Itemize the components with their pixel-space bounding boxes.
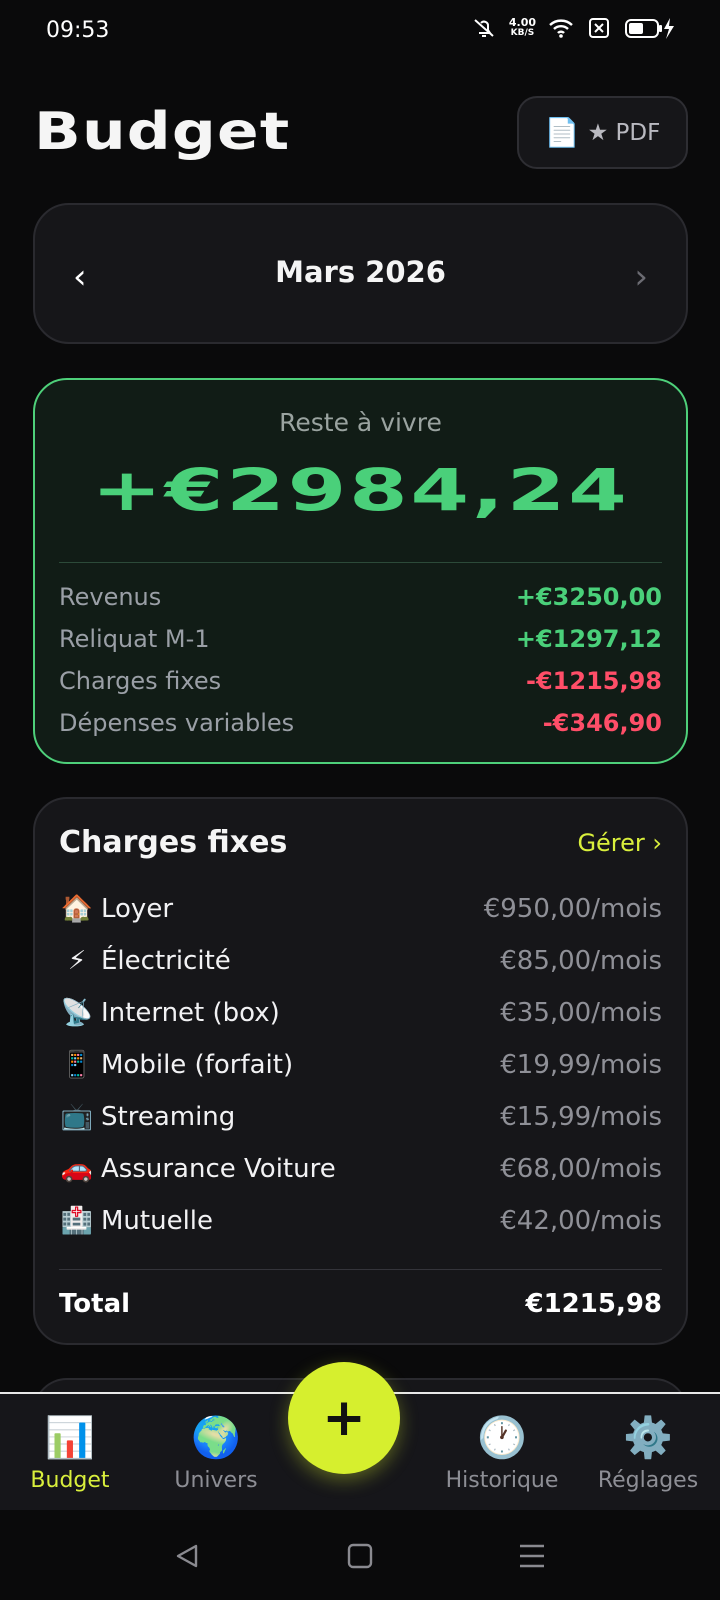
hospital-icon: 🏥: [60, 1206, 94, 1236]
bar-chart-icon: 📊: [45, 1415, 95, 1461]
sim-off-icon: [589, 18, 609, 38]
wifi-icon: [549, 19, 573, 38]
nav-historique[interactable]: 🕐 Historique: [432, 1414, 572, 1493]
total-value: €1215,98: [525, 1289, 662, 1319]
system-navigation-bar: [0, 1512, 720, 1600]
home-icon[interactable]: [340, 1540, 380, 1572]
manage-charges-link[interactable]: Gérer ›: [577, 829, 662, 857]
nav-reglages[interactable]: ⚙️ Réglages: [578, 1414, 718, 1493]
status-icons: 4.00 KB/S: [471, 16, 676, 40]
divider: [59, 562, 662, 563]
car-icon: 🚗: [60, 1154, 94, 1184]
page-title: Budget: [34, 102, 291, 162]
fixed-charges-title: Charges fixes: [59, 825, 288, 860]
lightning-icon: ⚡: [67, 946, 87, 976]
list-item[interactable]: 📡 Internet (box) €35,00/mois: [59, 987, 662, 1039]
list-item[interactable]: 🏥 Mutuelle €42,00/mois: [59, 1195, 662, 1247]
house-icon: 🏠: [60, 894, 94, 924]
remaining-label: Reste à vivre: [279, 408, 442, 437]
mute-bell-icon: [474, 19, 494, 37]
list-item[interactable]: 📱 Mobile (forfait) €19,99/mois: [59, 1039, 662, 1091]
divider: [59, 1269, 662, 1270]
globe-icon: 🌍: [191, 1415, 241, 1461]
battery-charging-icon: [625, 18, 674, 39]
month-selector: ‹ Mars 2026 ›: [33, 203, 688, 344]
summary-row: Revenus +€3250,00: [59, 583, 662, 611]
nav-budget[interactable]: 📊 Budget: [0, 1414, 140, 1493]
summary-row: Dépenses variables -€346,90: [59, 709, 662, 737]
mobile-phone-icon: 📱: [60, 1050, 94, 1080]
fixed-charges-list: 🏠 Loyer €950,00/mois ⚡ Électricité €85,00/mo…: [59, 883, 662, 1247]
nav-univers[interactable]: 🌍 Univers: [146, 1414, 286, 1493]
add-button[interactable]: +: [288, 1362, 400, 1474]
television-icon: 📺: [60, 1102, 94, 1132]
network-speed: 4.00 KB/S: [508, 16, 536, 38]
fixed-charges-total: Total €1215,98: [59, 1289, 662, 1319]
month-label: Mars 2026: [275, 255, 446, 289]
pdf-button-label: ★ PDF: [587, 119, 661, 146]
summary-row: Reliquat M-1 +€1297,12: [59, 625, 662, 653]
document-icon: 📄: [544, 116, 580, 149]
list-item[interactable]: 🏠 Loyer €950,00/mois: [59, 883, 662, 935]
total-label: Total: [59, 1289, 131, 1319]
back-icon[interactable]: [168, 1540, 208, 1572]
gear-icon: ⚙️: [623, 1415, 673, 1461]
remaining-amount: +€2984,24: [91, 456, 630, 524]
status-bar: 09:53 4.00 KB/S: [0, 0, 720, 64]
list-item[interactable]: ⚡ Électricité €85,00/mois: [59, 935, 662, 987]
list-item[interactable]: 🚗 Assurance Voiture €68,00/mois: [59, 1143, 662, 1195]
fixed-charges-card: Charges fixes Gérer › 🏠 Loyer €950,00/mois…: [33, 797, 688, 1345]
menu-icon[interactable]: [512, 1540, 552, 1572]
summary-breakdown: Revenus +€3250,00 Reliquat M-1 +€1297,12 C…: [59, 576, 662, 744]
satellite-dish-icon: 📡: [60, 998, 94, 1028]
remaining-budget-card: Reste à vivre +€2984,24 Revenus +€3250,00…: [33, 378, 688, 764]
status-time: 09:53: [46, 18, 110, 43]
list-item[interactable]: 📺 Streaming €15,99/mois: [59, 1091, 662, 1143]
export-pdf-button[interactable]: 📄 ★ PDF: [517, 96, 688, 169]
summary-row: Charges fixes -€1215,98: [59, 667, 662, 695]
clock-icon: 🕐: [477, 1415, 527, 1461]
next-month-button[interactable]: ›: [634, 257, 648, 297]
